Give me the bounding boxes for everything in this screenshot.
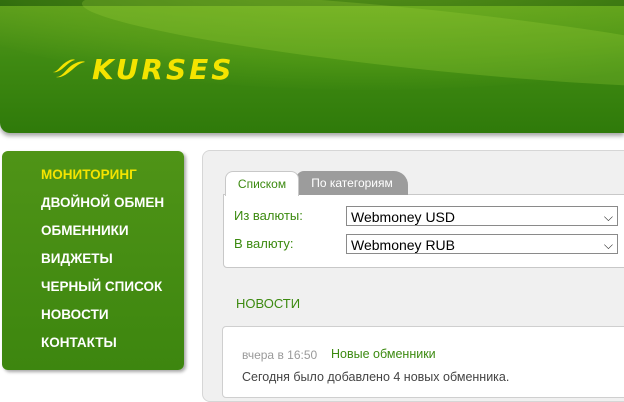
sidebar-item-monitoring[interactable]: МОНИТОРИНГ bbox=[41, 165, 137, 185]
sidebar-nav: МОНИТОРИНГ ДВОЙНОЙ ОБМЕН ОБМЕННИКИ ВИДЖЕ… bbox=[2, 151, 184, 370]
sidebar-item-news[interactable]: НОВОСТИ bbox=[41, 305, 109, 325]
sidebar-item-widgets[interactable]: ВИДЖЕТЫ bbox=[41, 249, 113, 269]
logo-text: KURSES bbox=[92, 52, 235, 86]
from-currency-select[interactable]: Webmoney USD ⌵ bbox=[346, 206, 618, 226]
sidebar-item-contacts[interactable]: КОНТАКТЫ bbox=[41, 333, 117, 353]
news-box bbox=[222, 326, 624, 398]
sidebar-item-double-exchange[interactable]: ДВОЙНОЙ ОБМЕН bbox=[41, 193, 164, 213]
tab-list[interactable]: Списком bbox=[225, 171, 299, 196]
chevron-down-icon: ⌵ bbox=[603, 238, 613, 252]
chevron-down-icon: ⌵ bbox=[603, 210, 613, 224]
site-header: KURSES bbox=[0, 0, 624, 133]
from-currency-label: Из валюты: bbox=[234, 208, 303, 223]
news-item-text: Сегодня было добавлено 4 новых обменника… bbox=[242, 370, 510, 384]
site-logo[interactable]: KURSES bbox=[52, 52, 234, 86]
logo-swoosh-icon bbox=[53, 59, 85, 78]
sidebar-item-exchangers[interactable]: ОБМЕННИКИ bbox=[41, 221, 129, 241]
news-item-date: вчера в 16:50 bbox=[242, 348, 318, 362]
to-currency-select[interactable]: Webmoney RUB ⌵ bbox=[346, 234, 618, 254]
to-currency-label: В валюту: bbox=[234, 236, 294, 251]
news-item-title-link[interactable]: Новые обменники bbox=[331, 347, 436, 361]
sidebar-item-blacklist[interactable]: ЧЕРНЫЙ СПИСОК bbox=[41, 277, 162, 297]
tab-by-category[interactable]: По категориям bbox=[296, 171, 408, 195]
news-section-title: НОВОСТИ bbox=[236, 296, 301, 311]
from-currency-value: Webmoney USD bbox=[351, 209, 456, 225]
to-currency-value: Webmoney RUB bbox=[351, 237, 456, 253]
